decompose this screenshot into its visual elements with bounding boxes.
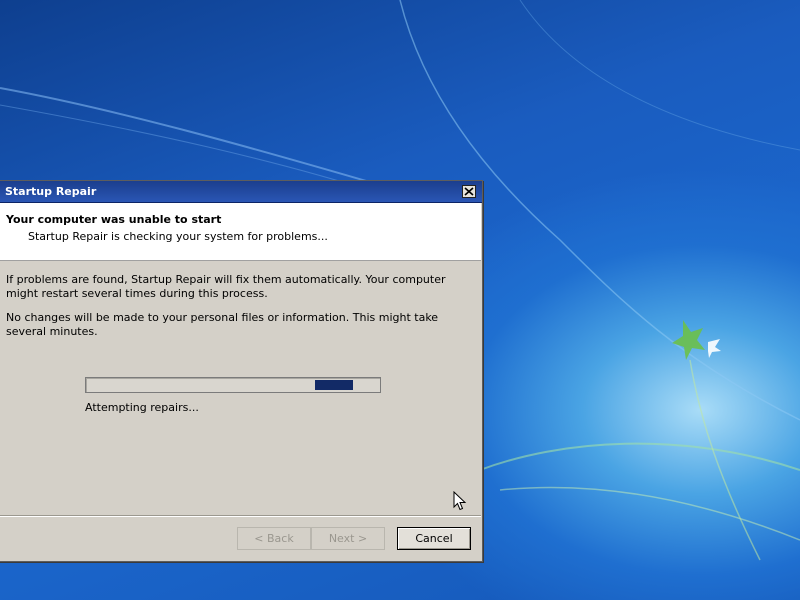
header-panel: Your computer was unable to start Startu… xyxy=(0,203,481,261)
header-title: Your computer was unable to start xyxy=(6,213,222,226)
progress-status: Attempting repairs... xyxy=(85,401,199,414)
window-title: Startup Repair xyxy=(5,185,97,198)
header-subtitle: Startup Repair is checking your system f… xyxy=(28,230,328,243)
startup-repair-dialog: Startup Repair Your computer was unable … xyxy=(0,180,483,562)
progress-bar xyxy=(85,377,381,393)
title-bar: Startup Repair xyxy=(0,181,482,203)
button-separator xyxy=(0,515,481,517)
mouse-pointer-icon xyxy=(453,491,467,511)
close-button[interactable] xyxy=(462,185,476,198)
back-button[interactable]: < Back xyxy=(237,527,311,550)
progress-marquee-chunk xyxy=(315,380,353,390)
close-icon xyxy=(464,187,474,196)
info-paragraph-files: No changes will be made to your personal… xyxy=(6,311,439,338)
next-button[interactable]: Next > xyxy=(311,527,385,550)
info-paragraph-fix: If problems are found, Startup Repair wi… xyxy=(6,273,446,300)
desktop-background: Startup Repair Your computer was unable … xyxy=(0,0,800,600)
cancel-button[interactable]: Cancel xyxy=(397,527,471,550)
